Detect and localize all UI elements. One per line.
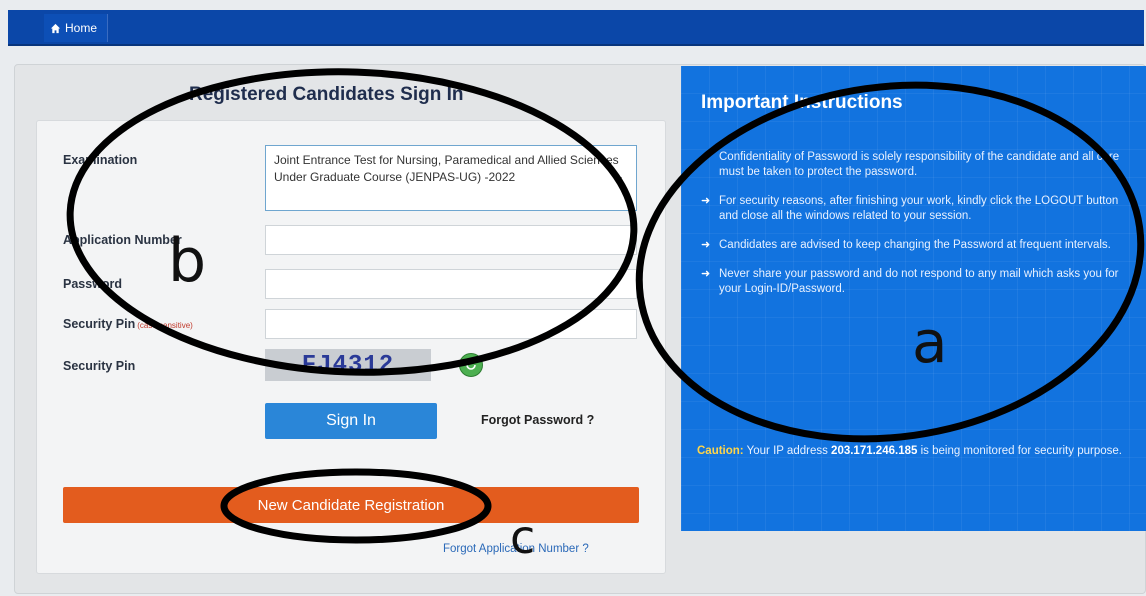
signin-panel: Registered Candidates Sign In Examinatio…	[14, 66, 680, 592]
captcha-image: FJ4312	[265, 349, 431, 381]
instructions-list: ➜ Confidentiality of Password is solely r…	[699, 150, 1129, 311]
arrow-right-icon: ➜	[701, 195, 711, 207]
security-pin-input-label: Security Pin (case sensitive)	[63, 317, 193, 331]
caution-text-pre: Your IP address	[746, 445, 828, 457]
annotation-label-c: c	[510, 510, 536, 564]
caution-notice: Caution: Your IP address 203.171.246.185…	[697, 444, 1133, 459]
instruction-item: ➜ Never share your password and do not re…	[701, 268, 1119, 295]
annotation-label-a: a	[912, 308, 948, 376]
chevron-down-icon: ▼	[614, 175, 624, 186]
application-number-input[interactable]	[265, 225, 637, 255]
examination-select[interactable]: Joint Entrance Test for Nursing, Paramed…	[265, 145, 637, 211]
refresh-captcha-button[interactable]	[459, 353, 483, 377]
home-label: Home	[65, 21, 98, 35]
sign-in-button[interactable]: Sign In	[265, 403, 437, 439]
examination-label: Examination	[63, 153, 138, 167]
signin-title: Registered Candidates Sign In	[189, 84, 464, 105]
home-link[interactable]: Home	[44, 14, 109, 42]
top-nav-bar: Home	[8, 10, 1144, 46]
arrow-right-icon: ➜	[701, 151, 711, 163]
caution-label: Caution:	[697, 445, 744, 457]
security-pin-label: Security Pin	[63, 359, 136, 373]
instruction-item: ➜ For security reasons, after finishing y…	[701, 195, 1119, 222]
annotation-label-b: b	[168, 226, 207, 296]
signin-form: Examination Joint Entrance Test for Nurs…	[36, 120, 666, 574]
forgot-password-link[interactable]: Forgot Password ?	[481, 413, 594, 427]
application-number-label: Application Number	[63, 233, 182, 247]
instructions-panel: Important Instructions ➜ Confidentiality …	[681, 66, 1146, 531]
instructions-title: Important Instructions	[701, 92, 903, 113]
instruction-item: ➜ Candidates are advised to keep changing…	[701, 239, 1111, 251]
refresh-icon	[466, 358, 476, 370]
password-label: Password	[63, 277, 123, 291]
ip-address: 203.171.246.185	[831, 445, 918, 457]
arrow-right-icon: ➜	[701, 268, 711, 280]
security-pin-input[interactable]	[265, 309, 637, 339]
home-icon	[50, 23, 61, 33]
instruction-item: ➜ Confidentiality of Password is solely r…	[701, 151, 1120, 178]
password-input[interactable]	[265, 269, 637, 299]
new-candidate-registration-button[interactable]: New Candidate Registration	[63, 487, 639, 523]
arrow-right-icon: ➜	[701, 239, 711, 251]
examination-value: Joint Entrance Test for Nursing, Paramed…	[274, 153, 619, 184]
security-pin-input-label-text: Security Pin	[63, 317, 136, 331]
case-sensitive-hint: (case sensitive)	[137, 321, 193, 330]
caution-text-post: is being monitored for security purpose.	[920, 445, 1122, 457]
